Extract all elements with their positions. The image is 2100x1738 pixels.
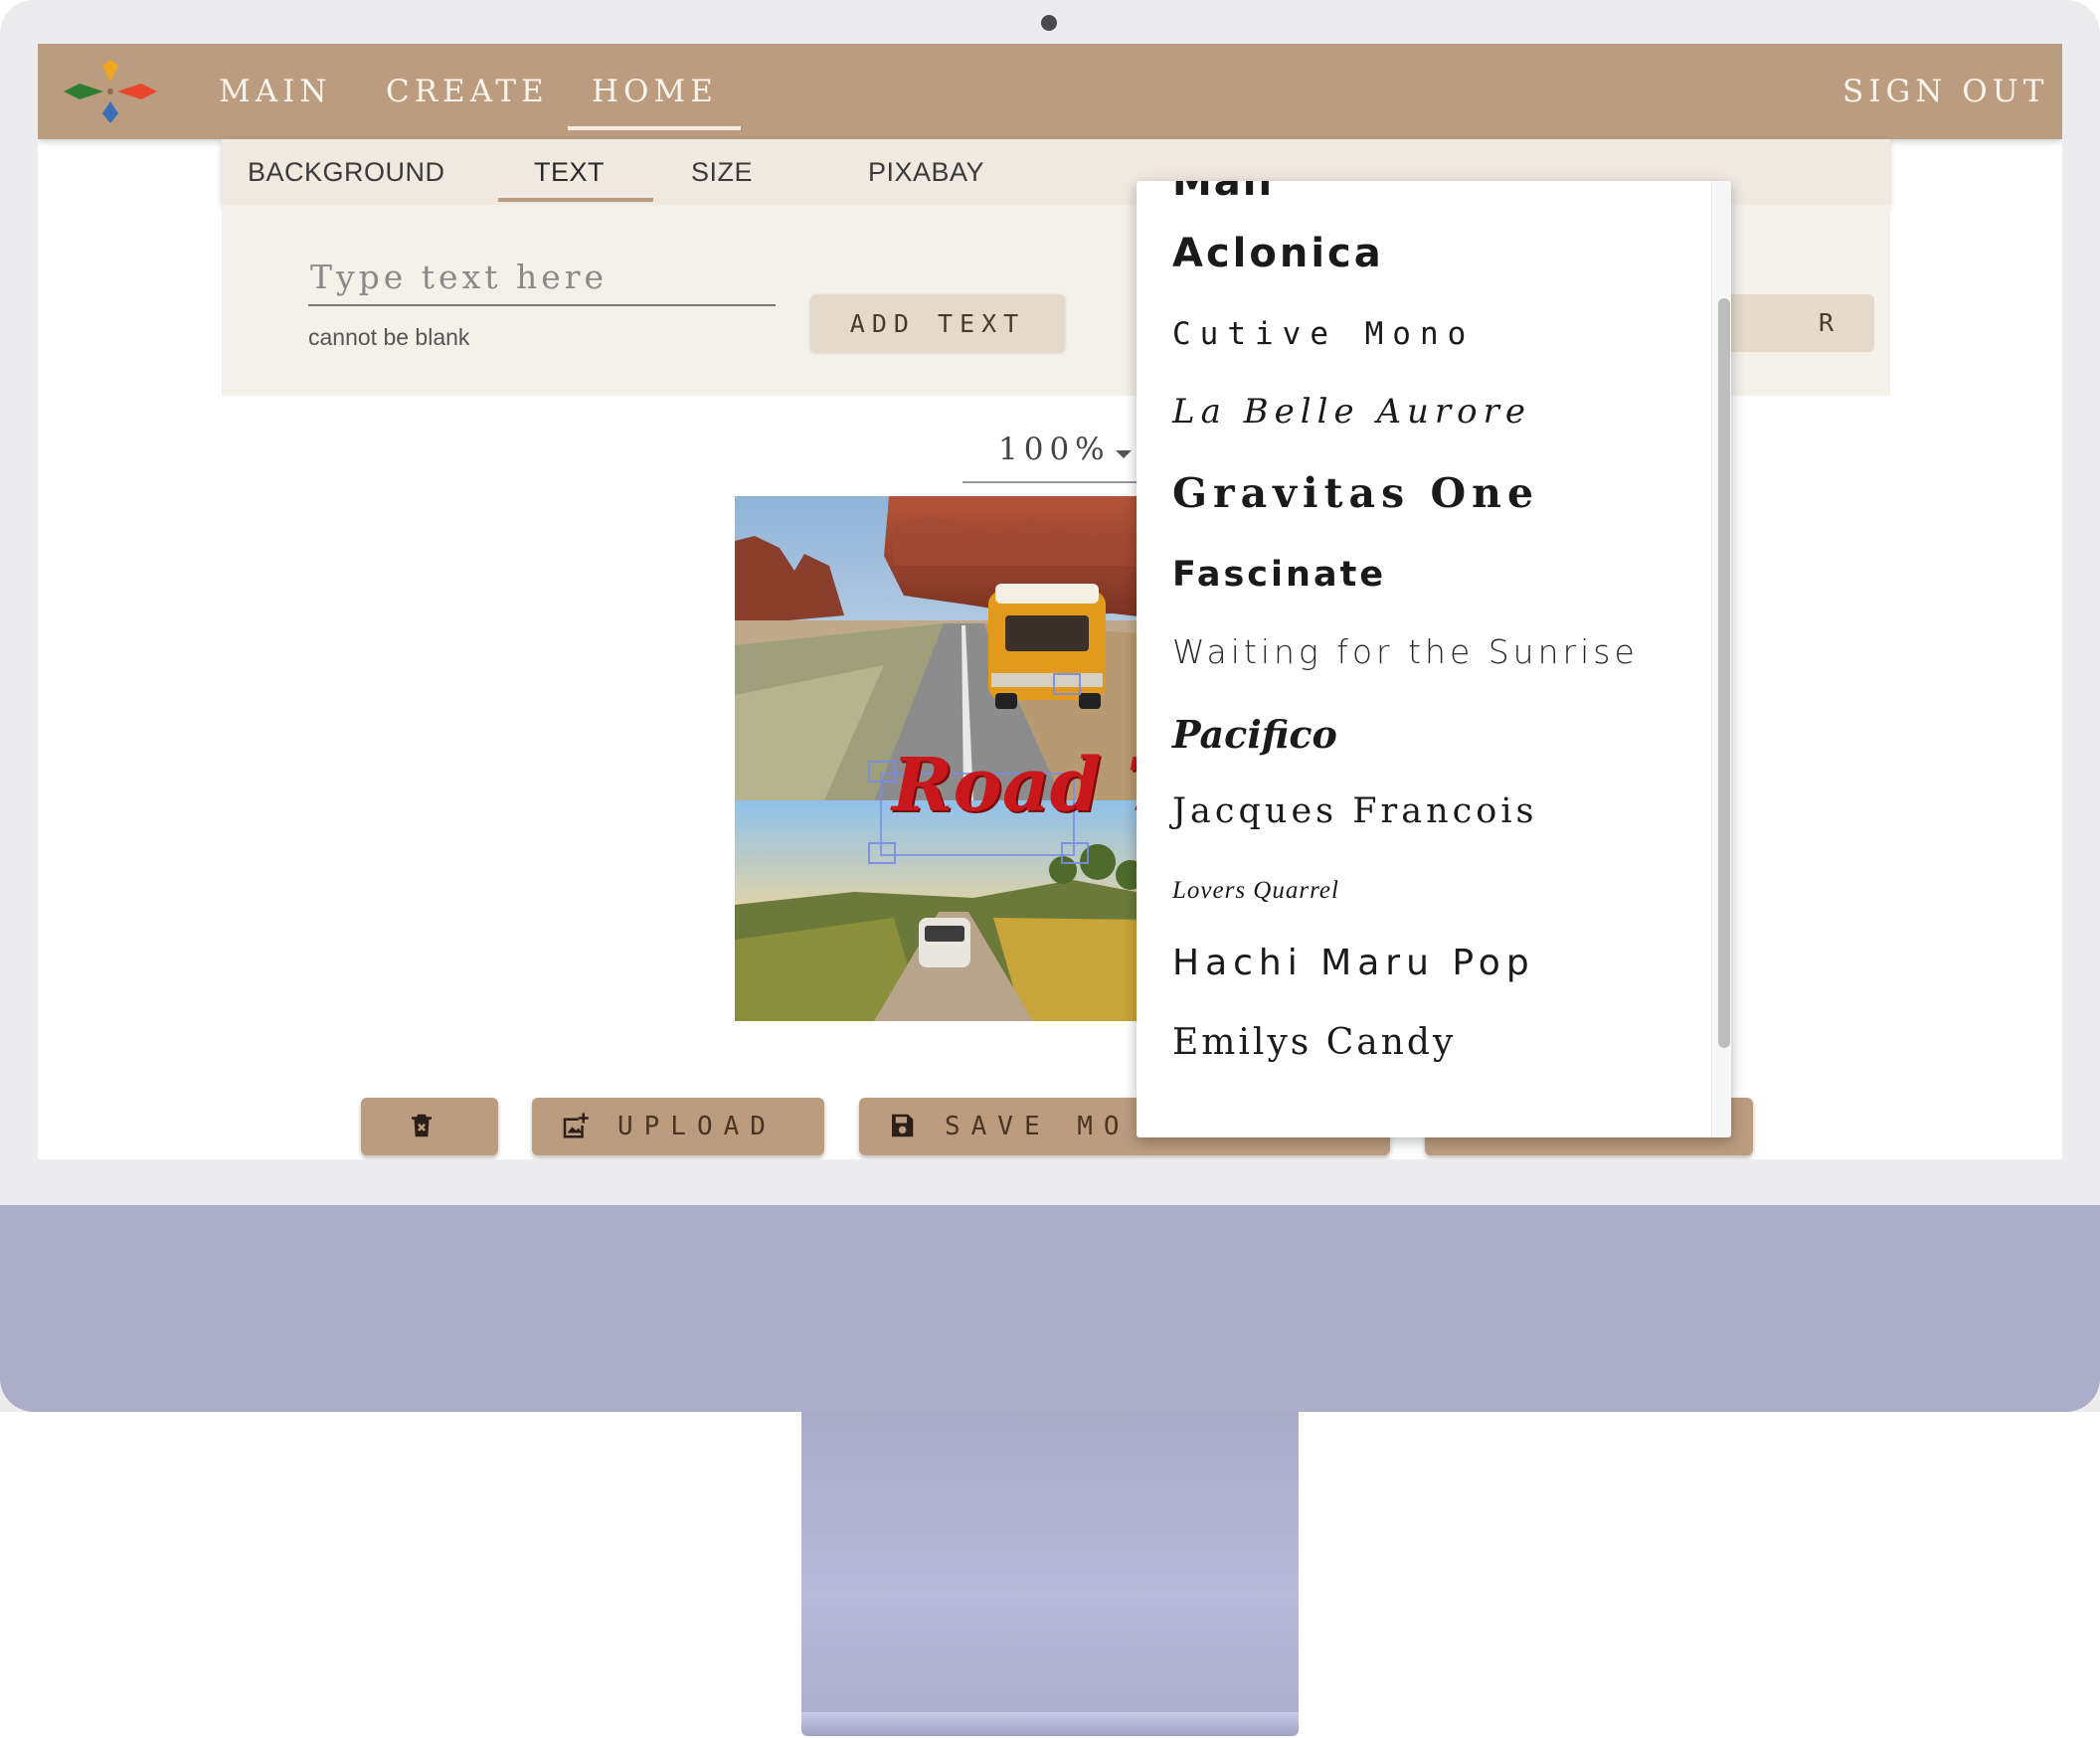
monitor-chin bbox=[0, 1205, 2100, 1412]
font-option-gravitas-one[interactable]: Gravitas One bbox=[1172, 469, 1539, 517]
zoom-value: 100% bbox=[998, 432, 1111, 467]
text-input[interactable] bbox=[308, 249, 776, 306]
nav-create[interactable]: CREATE bbox=[386, 68, 549, 115]
app-logo-icon[interactable] bbox=[58, 52, 163, 131]
add-photo-icon bbox=[563, 1113, 589, 1138]
nav-home[interactable]: HOME bbox=[592, 68, 718, 115]
tab-size[interactable]: SIZE bbox=[691, 151, 753, 193]
app-screen: MAIN CREATE HOME SIGN OUT BACKGROUND TEX… bbox=[38, 44, 2062, 1159]
font-dropdown[interactable]: Mali Aclonica Cutive Mono La Belle Auror… bbox=[1137, 181, 1731, 1137]
resize-handle[interactable] bbox=[1061, 842, 1089, 864]
save-icon bbox=[892, 1114, 914, 1137]
font-option-mali[interactable]: Mali bbox=[1172, 181, 1274, 205]
add-text-button[interactable]: ADD TEXT bbox=[810, 294, 1065, 352]
sign-out-button[interactable]: SIGN OUT bbox=[1842, 68, 2048, 115]
rotate-handle[interactable] bbox=[1053, 673, 1081, 695]
text-input-helper: cannot be blank bbox=[308, 324, 470, 350]
font-option-cutive-mono[interactable]: Cutive Mono bbox=[1172, 316, 1475, 352]
font-option-fascinate[interactable]: Fascinate bbox=[1172, 555, 1386, 595]
font-option-hachi-maru-pop[interactable]: Hachi Maru Pop bbox=[1172, 943, 1535, 983]
font-option-waiting-for-the-sunrise[interactable]: Waiting for the Sunrise bbox=[1172, 632, 1639, 671]
monitor-stand bbox=[801, 1412, 1299, 1712]
upload-label: UPLOAD bbox=[617, 1112, 777, 1141]
tab-background[interactable]: BACKGROUND bbox=[248, 151, 445, 193]
nav-main[interactable]: MAIN bbox=[219, 68, 332, 115]
monitor-stand-base bbox=[801, 1712, 1299, 1736]
tab-text[interactable]: TEXT bbox=[534, 151, 605, 193]
design-canvas[interactable]: Road T bbox=[735, 496, 1172, 1021]
nav-active-indicator bbox=[568, 126, 741, 130]
font-option-jacques-francois[interactable]: Jacques Francois bbox=[1172, 791, 1538, 831]
tab-pixabay[interactable]: PIXABAY bbox=[868, 151, 984, 193]
font-option-lovers-quarrel[interactable]: Lovers Quarrel bbox=[1172, 877, 1339, 905]
chevron-down-icon bbox=[1116, 450, 1132, 458]
camera-dot bbox=[1041, 15, 1057, 31]
font-option-emilys-candy[interactable]: Emilys Candy bbox=[1172, 1022, 1456, 1063]
delete-icon bbox=[412, 1114, 432, 1137]
font-option-pacifico[interactable]: Pacifico bbox=[1172, 712, 1337, 757]
font-option-la-belle-aurore[interactable]: La Belle Aurore bbox=[1172, 392, 1531, 432]
zoom-select[interactable]: 100% bbox=[962, 422, 1159, 483]
font-option-aclonica[interactable]: Aclonica bbox=[1172, 231, 1384, 276]
tab-active-indicator bbox=[498, 198, 653, 202]
dropdown-scrollbar[interactable] bbox=[1711, 181, 1731, 1137]
resize-handle[interactable] bbox=[868, 842, 896, 864]
dropdown-scroll-thumb[interactable] bbox=[1718, 298, 1730, 1048]
upload-button[interactable]: UPLOAD bbox=[532, 1098, 824, 1155]
app-bar: MAIN CREATE HOME SIGN OUT bbox=[38, 44, 2062, 139]
save-label: SAVE MO bbox=[945, 1112, 1131, 1141]
canvas-text-layer[interactable]: Road T bbox=[892, 743, 1172, 828]
delete-button[interactable] bbox=[361, 1098, 498, 1155]
